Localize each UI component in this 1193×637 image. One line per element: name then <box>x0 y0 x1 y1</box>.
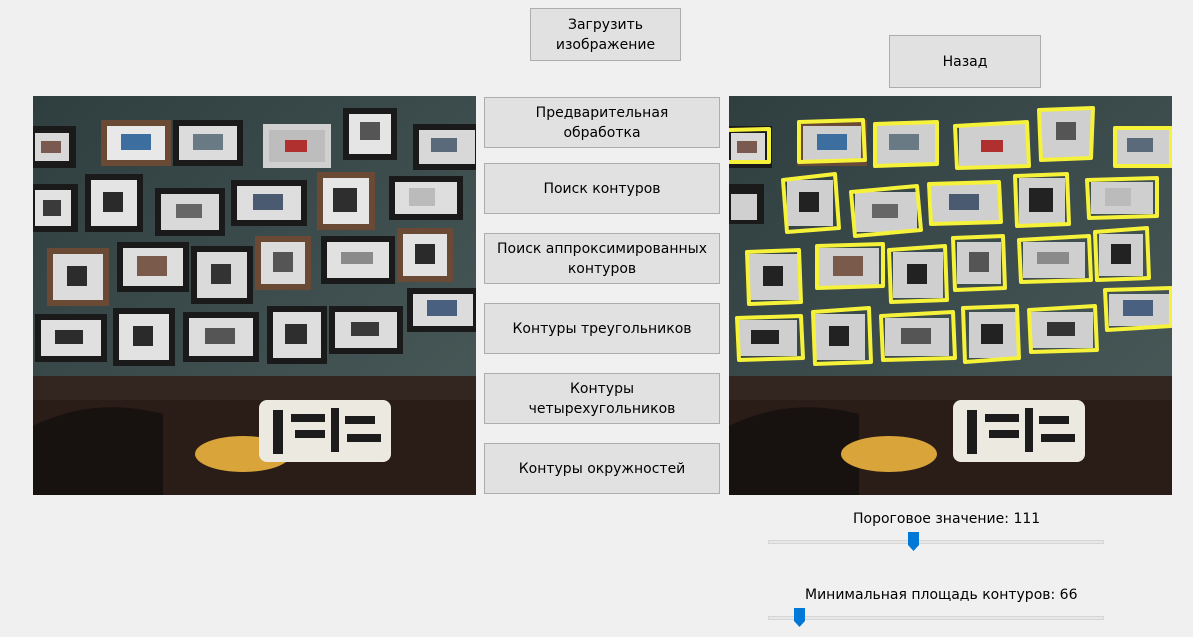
threshold-slider-track[interactable] <box>768 540 1104 544</box>
circle-contours-button[interactable]: Контуры окружностей <box>484 443 720 494</box>
find-approx-contours-button[interactable]: Поиск аппроксимированных контуров <box>484 233 720 284</box>
quad-contours-button[interactable]: Контуры четырехугольников <box>484 373 720 424</box>
photo-wall-sofa-image <box>33 96 476 495</box>
back-button[interactable]: Назад <box>889 35 1041 88</box>
preprocess-button[interactable]: Предварительная обработка <box>484 97 720 148</box>
original-image <box>33 96 476 495</box>
min-area-slider[interactable] <box>768 606 1104 630</box>
processed-image <box>729 96 1172 495</box>
triangle-contours-button[interactable]: Контуры треугольников <box>484 303 720 354</box>
min-area-slider-track[interactable] <box>768 616 1104 620</box>
min-area-slider-thumb[interactable] <box>794 608 805 627</box>
photo-wall-sofa-detected-contours-image <box>729 96 1172 495</box>
load-image-button[interactable]: Загрузить изображение <box>530 8 681 61</box>
threshold-slider-thumb[interactable] <box>908 532 919 551</box>
threshold-label: Пороговое значение: 111 <box>853 511 1041 527</box>
threshold-slider[interactable] <box>768 530 1104 554</box>
min-area-label: Минимальная площадь контуров: 66 <box>805 587 1078 603</box>
find-contours-button[interactable]: Поиск контуров <box>484 163 720 214</box>
